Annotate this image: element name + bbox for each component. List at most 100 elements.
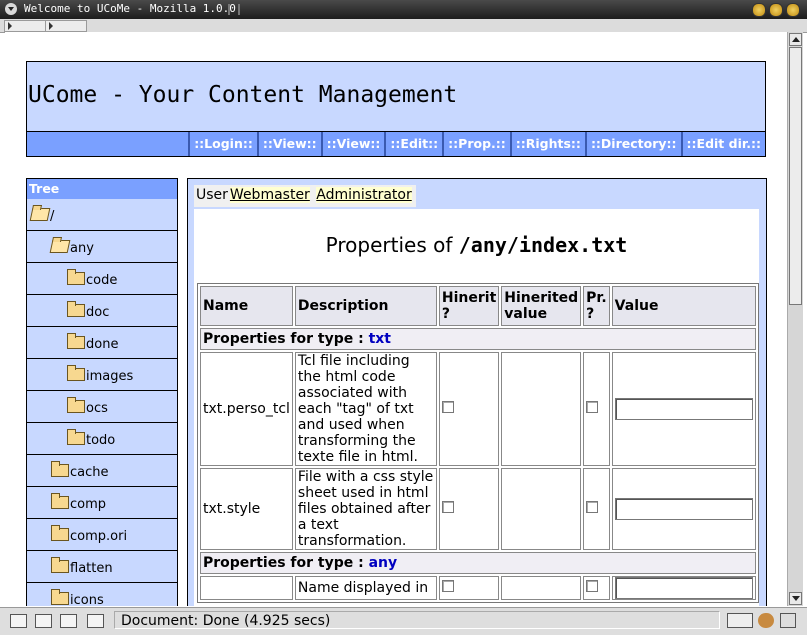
window-title: Welcome to UCoMe - Mozilla 1.0.0 — [24, 2, 236, 15]
table-row: txt.style File with a css style sheet use… — [200, 468, 756, 550]
hinerit-cell — [438, 352, 500, 466]
menu-item[interactable]: ::View:: — [256, 132, 321, 156]
cookie-icon[interactable] — [758, 613, 774, 628]
open-folder-icon — [29, 208, 51, 221]
tree-item[interactable]: any — [27, 231, 177, 263]
pr-checkbox[interactable] — [586, 501, 599, 513]
online-status-icon[interactable] — [727, 613, 753, 628]
collapse-toolbar-button-2[interactable] — [45, 20, 87, 32]
folder-icon — [51, 557, 69, 573]
menu-item[interactable]: ::Edit:: — [384, 132, 442, 156]
page-viewport: UCome - Your Content Management ::Login:… — [5, 32, 787, 606]
col-name: Name — [200, 286, 293, 326]
close-button[interactable] — [786, 3, 800, 17]
tree-item[interactable]: ocs — [27, 391, 177, 423]
folder-icon — [67, 365, 85, 381]
scroll-down-button[interactable] — [789, 592, 802, 605]
col-hinerited-value: Hinerited value — [501, 286, 582, 326]
menu-item[interactable]: ::Prop.:: — [442, 132, 510, 156]
value-input[interactable] — [614, 398, 753, 420]
arrow-right-icon — [8, 22, 12, 30]
hinerit-checkbox[interactable] — [441, 501, 454, 513]
type-group-header: Properties for type : any — [200, 552, 756, 574]
property-name: txt.style — [200, 468, 293, 550]
type-group-row: Properties for type : txt — [200, 328, 756, 350]
type-group-prefix: Properties for type : — [203, 331, 369, 347]
tab-user: User — [196, 187, 228, 203]
folder-icon — [67, 269, 85, 285]
window-menu-icon[interactable] — [5, 3, 17, 15]
property-description: Tcl file including the html code associa… — [294, 352, 437, 466]
tree-panel: Tree / any code doc done images ocs todo cache co… — [26, 178, 178, 606]
role-tabs: User Webmaster Administrator — [194, 185, 416, 207]
col-description: Description — [294, 286, 437, 326]
tree-item-label: done — [86, 337, 119, 352]
vertical-scrollbar[interactable] — [787, 32, 803, 606]
composer-icon[interactable] — [60, 614, 77, 628]
folder-icon — [51, 461, 69, 477]
mail-icon[interactable] — [35, 614, 52, 628]
folder-icon — [67, 333, 85, 349]
address-book-icon[interactable] — [87, 614, 104, 628]
pr-cell — [583, 468, 610, 550]
menu-item[interactable]: ::View:: — [320, 132, 385, 156]
value-cell — [611, 352, 756, 466]
tree-item[interactable]: comp — [27, 487, 177, 519]
menu-item[interactable]: ::Rights:: — [509, 132, 585, 156]
scroll-thumb[interactable] — [789, 47, 802, 305]
hinerited-value — [501, 576, 582, 600]
folder-icon — [67, 429, 85, 445]
tree-item[interactable]: done — [27, 327, 177, 359]
tree-item[interactable]: doc — [27, 295, 177, 327]
tab-webmaster[interactable]: Webmaster — [229, 187, 310, 203]
maximize-button[interactable] — [769, 3, 783, 17]
hinerit-checkbox[interactable] — [441, 401, 454, 413]
menu-item[interactable]: ::Login:: — [188, 132, 257, 156]
tree-item-label: comp — [70, 497, 107, 512]
folder-icon — [51, 493, 69, 509]
tree-item[interactable]: cache — [27, 455, 177, 487]
tree-item[interactable]: / — [27, 199, 177, 231]
table-header-row: Name Description Hinerit ? Hinerited val… — [200, 286, 756, 326]
main-content: User Webmaster Administrator Properties o… — [187, 178, 767, 606]
tree-item[interactable]: images — [27, 359, 177, 391]
value-input[interactable] — [614, 577, 753, 599]
value-input[interactable] — [614, 498, 753, 520]
tree-item[interactable]: code — [27, 263, 177, 295]
property-description: Name displayed in — [294, 576, 437, 600]
tree-item-label: icons — [70, 593, 104, 606]
folder-icon — [51, 589, 69, 605]
tree-item-label: ocs — [86, 401, 108, 416]
hinerit-cell — [438, 468, 500, 550]
tree-item-label: / — [50, 209, 55, 224]
tab-administrator[interactable]: Administrator — [316, 187, 412, 203]
hinerit-cell — [438, 576, 500, 600]
folder-icon — [67, 397, 85, 413]
tree-item[interactable]: comp.ori — [27, 519, 177, 551]
col-pr: Pr. ? — [583, 286, 610, 326]
window-title-bar: Welcome to UCoMe - Mozilla 1.0.0 — [0, 0, 807, 19]
tree-item[interactable]: todo — [27, 423, 177, 455]
pr-checkbox[interactable] — [586, 401, 599, 413]
tree-item-label: doc — [86, 305, 110, 320]
scroll-up-button[interactable] — [789, 33, 802, 46]
properties-table: Name Description Hinerit ? Hinerited val… — [197, 283, 759, 603]
pr-checkbox[interactable] — [586, 580, 599, 592]
type-name: any — [368, 555, 398, 571]
table-row: txt.perso_tcl Tcl file including the html… — [200, 352, 756, 466]
minimize-button[interactable] — [752, 3, 766, 17]
pr-cell — [583, 352, 610, 466]
tree-item-label: images — [86, 369, 134, 384]
menu-item[interactable]: ::Edit dir.:: — [680, 132, 765, 156]
security-lock-icon[interactable] — [780, 613, 796, 628]
navigator-icon[interactable] — [10, 614, 27, 628]
properties-panel: Properties of /any/index.txt Name Descri… — [194, 209, 759, 606]
tree-item[interactable]: icons — [27, 583, 177, 606]
tree-item[interactable]: flatten — [27, 551, 177, 583]
toolbar-strip — [0, 19, 807, 33]
property-name: txt.perso_tcl — [200, 352, 293, 466]
hinerit-checkbox[interactable] — [441, 580, 454, 592]
menu-item[interactable]: ::Directory:: — [584, 132, 681, 156]
site-title: UCome - Your Content Management — [28, 82, 458, 108]
collapse-toolbar-button[interactable] — [4, 20, 46, 32]
